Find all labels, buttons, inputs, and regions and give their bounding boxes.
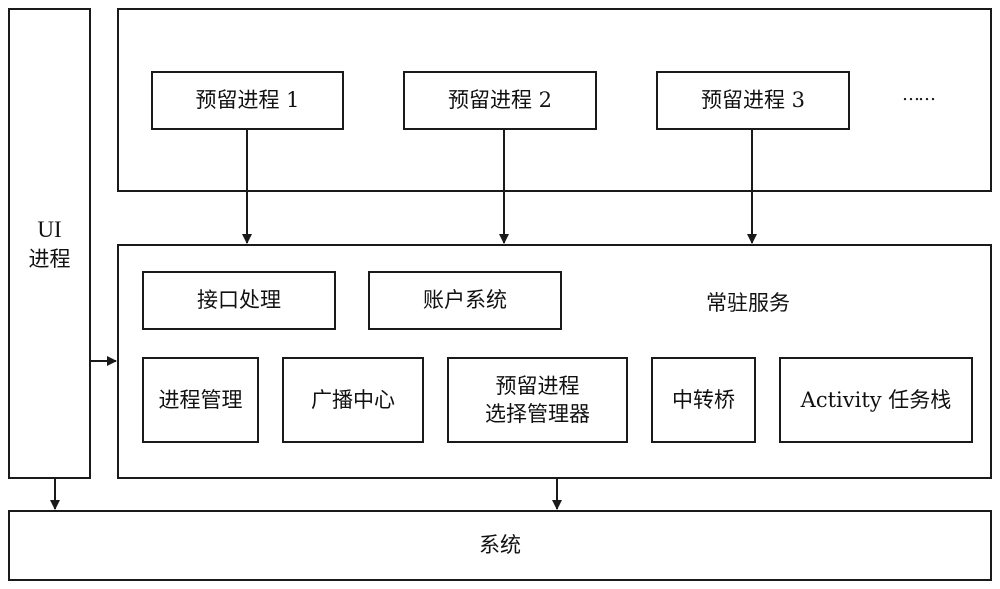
account-system-box: 账户系统 <box>368 271 562 330</box>
relay-bridge-box: 中转桥 <box>651 357 756 443</box>
activity-task-stack-box: Activity 任务栈 <box>779 357 973 443</box>
interface-processing-label: 接口处理 <box>197 288 281 313</box>
reserved-process-3-box: 预留进程 3 <box>656 71 850 130</box>
relay-bridge-label: 中转桥 <box>672 387 735 412</box>
reserved-process-1-box: 预留进程 1 <box>151 71 344 130</box>
account-system-label: 账户系统 <box>423 288 507 313</box>
process-management-box: 进程管理 <box>142 357 259 443</box>
reserved-process-selector-label-line1: 预留进程 <box>495 373 580 398</box>
reserved-process-selector-label-line2: 选择管理器 <box>485 402 590 426</box>
reserved-process-2-box: 预留进程 2 <box>403 71 597 130</box>
ui-process-box: UI 进程 <box>8 8 91 479</box>
system-box: 系统 <box>8 510 992 581</box>
broadcast-center-box: 广播中心 <box>282 357 424 443</box>
system-label: 系统 <box>479 533 521 558</box>
reserved-process-ellipsis: …… <box>902 84 936 105</box>
ui-process-label-line1: UI <box>37 216 62 242</box>
process-management-label: 进程管理 <box>158 387 243 412</box>
reserved-process-3-label: 预留进程 3 <box>700 88 806 113</box>
reserved-process-2-label: 预留进程 2 <box>447 88 553 113</box>
ui-process-label-line2: 进程 <box>28 246 71 271</box>
interface-processing-box: 接口处理 <box>142 271 336 330</box>
broadcast-center-label: 广播中心 <box>311 387 395 412</box>
resident-service-title: 常驻服务 <box>706 291 790 315</box>
reserved-process-selector-box: 预留进程 选择管理器 <box>447 357 628 443</box>
reserved-process-1-label: 预留进程 1 <box>195 88 300 113</box>
activity-task-stack-label: Activity 任务栈 <box>800 387 952 412</box>
